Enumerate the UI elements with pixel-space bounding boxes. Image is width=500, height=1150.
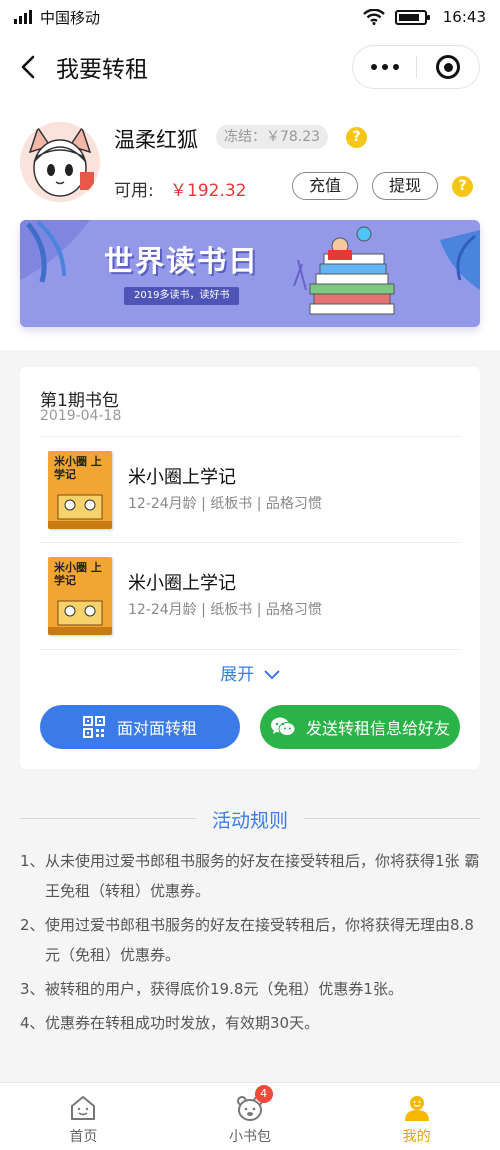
tab-mine[interactable]: 我的 [333,1083,500,1150]
book-cover-title: 米小圈 上学记 [54,455,102,481]
tab-bookbag[interactable]: 小书包 4 [167,1083,334,1150]
profile-section: 温柔红狐 冻结：￥78.23 ? 可用: ￥192.32 充值 提现 ? 世界读… [0,100,500,350]
status-time: 16:43 [442,8,486,26]
face-to-face-label: 面对面转租 [116,719,197,738]
target-icon [436,55,460,79]
tab-mine-label: 我的 [402,1129,431,1145]
frozen-balance: 冻结：￥78.23 [216,125,329,149]
rule-text: 被转租的用户，获得底价19.8元（免租）优惠券1张。 [45,980,403,998]
share-label: 发送转租信息给好友 [305,719,450,738]
tab-bookbag-label: 小书包 [229,1129,271,1145]
bookbag-badge: 4 [254,1085,273,1103]
frozen-help-icon[interactable]: ? [346,127,367,148]
book-cover-title: 米小圈 上学记 [54,561,102,587]
carrier-name: 中国移动 [40,8,101,27]
wifi-icon [362,9,385,25]
status-bar: 中国移动 16:43 [0,0,500,34]
book-package-card: 第1期书包 2019-04-18 米小圈 上学记 米小圈上学记 12-24月龄 … [20,367,480,769]
tab-home-label: 首页 [69,1129,98,1145]
fox-girl-avatar-icon [20,122,100,202]
recharge-button[interactable]: 充值 [292,172,358,200]
book-item[interactable]: 米小圈 上学记 米小圈上学记 12-24月龄 | 纸板书 | 品格习惯 [40,437,460,543]
avatar[interactable] [20,122,100,202]
world-book-day-banner[interactable]: 世界读书日 2019多读书，读好书 [20,220,480,327]
page-title: 我要转租 [56,57,148,83]
banner-subtitle: 2019多读书，读好书 [124,287,240,305]
available-balance: ￥192.32 [170,181,247,201]
book-cover: 米小圈 上学记 [48,451,112,529]
expand-button[interactable]: 展开 [20,660,480,685]
wechat-icon [270,717,296,736]
rule-text: 从未使用过爱书郎租书服务的好友在接受转租后，你将获得1张 霸王免租（转租）优惠券… [45,852,480,900]
rules-title: 活动规则 [211,810,288,832]
nav-bar: 我要转租 [0,34,500,100]
withdraw-button[interactable]: 提现 [372,172,438,200]
rule-item: 1、 从未使用过爱书郎租书服务的好友在接受转租后，你将获得1张 霸王免租（转租）… [20,846,480,906]
tab-bar: 首页 小书包 4 我的 [0,1082,500,1150]
battery-icon [394,9,430,25]
rules-header: 活动规则 [0,804,500,834]
expand-label: 展开 [220,665,255,685]
qr-code-icon [82,716,105,738]
rule-text: 优惠券在转租成功时发放，有效期30天。 [45,1014,320,1032]
book-name: 米小圈上学记 [128,573,236,594]
share-to-friend-button[interactable]: 发送转租信息给好友 [260,705,460,749]
rule-item: 4、 优惠券在转租成功时发放，有效期30天。 [20,1008,480,1038]
signal-icon [14,10,32,24]
available-label: 可用: [114,181,154,201]
close-miniprogram-button[interactable] [417,55,479,79]
rule-number: 2、 [20,916,45,934]
miniprogram-capsule [352,45,480,89]
back-button[interactable] [6,45,50,89]
rule-number: 3、 [20,980,45,998]
face-to-face-sublet-button[interactable]: 面对面转租 [40,705,240,749]
home-icon [71,1096,96,1120]
chevron-left-icon [21,55,35,79]
username: 温柔红狐 [114,128,198,152]
book-item[interactable]: 米小圈 上学记 米小圈上学记 12-24月龄 | 纸板书 | 品格习惯 [40,543,460,649]
rule-text: 使用过爱书郎租书服务的好友在接受转租后，你将获得无理由8.8元（免租）优惠券。 [45,916,474,964]
book-name: 米小圈上学记 [128,467,236,488]
rule-item: 2、 使用过爱书郎租书服务的好友在接受转租后，你将获得无理由8.8元（免租）优惠… [20,910,480,970]
banner-title: 世界读书日 [104,244,260,278]
smiley-user-icon [404,1096,429,1121]
rule-number: 1、 [20,852,45,870]
book-meta: 12-24月龄 | 纸板书 | 品格习惯 [128,496,322,512]
available-help-icon[interactable]: ? [452,176,473,197]
book-cover: 米小圈 上学记 [48,557,112,635]
tab-home[interactable]: 首页 [0,1083,167,1150]
rule-item: 3、 被转租的用户，获得底价19.8元（免租）优惠券1张。 [20,974,480,1004]
chevron-down-icon [263,670,280,680]
divider [40,649,460,650]
package-date: 2019-04-18 [40,408,122,424]
more-menu-button[interactable] [353,64,416,70]
rules-list: 1、 从未使用过爱书郎租书服务的好友在接受转租后，你将获得1张 霸王免租（转租）… [20,846,480,1042]
rule-number: 4、 [20,1014,45,1032]
book-meta: 12-24月龄 | 纸板书 | 品格习惯 [128,602,322,618]
